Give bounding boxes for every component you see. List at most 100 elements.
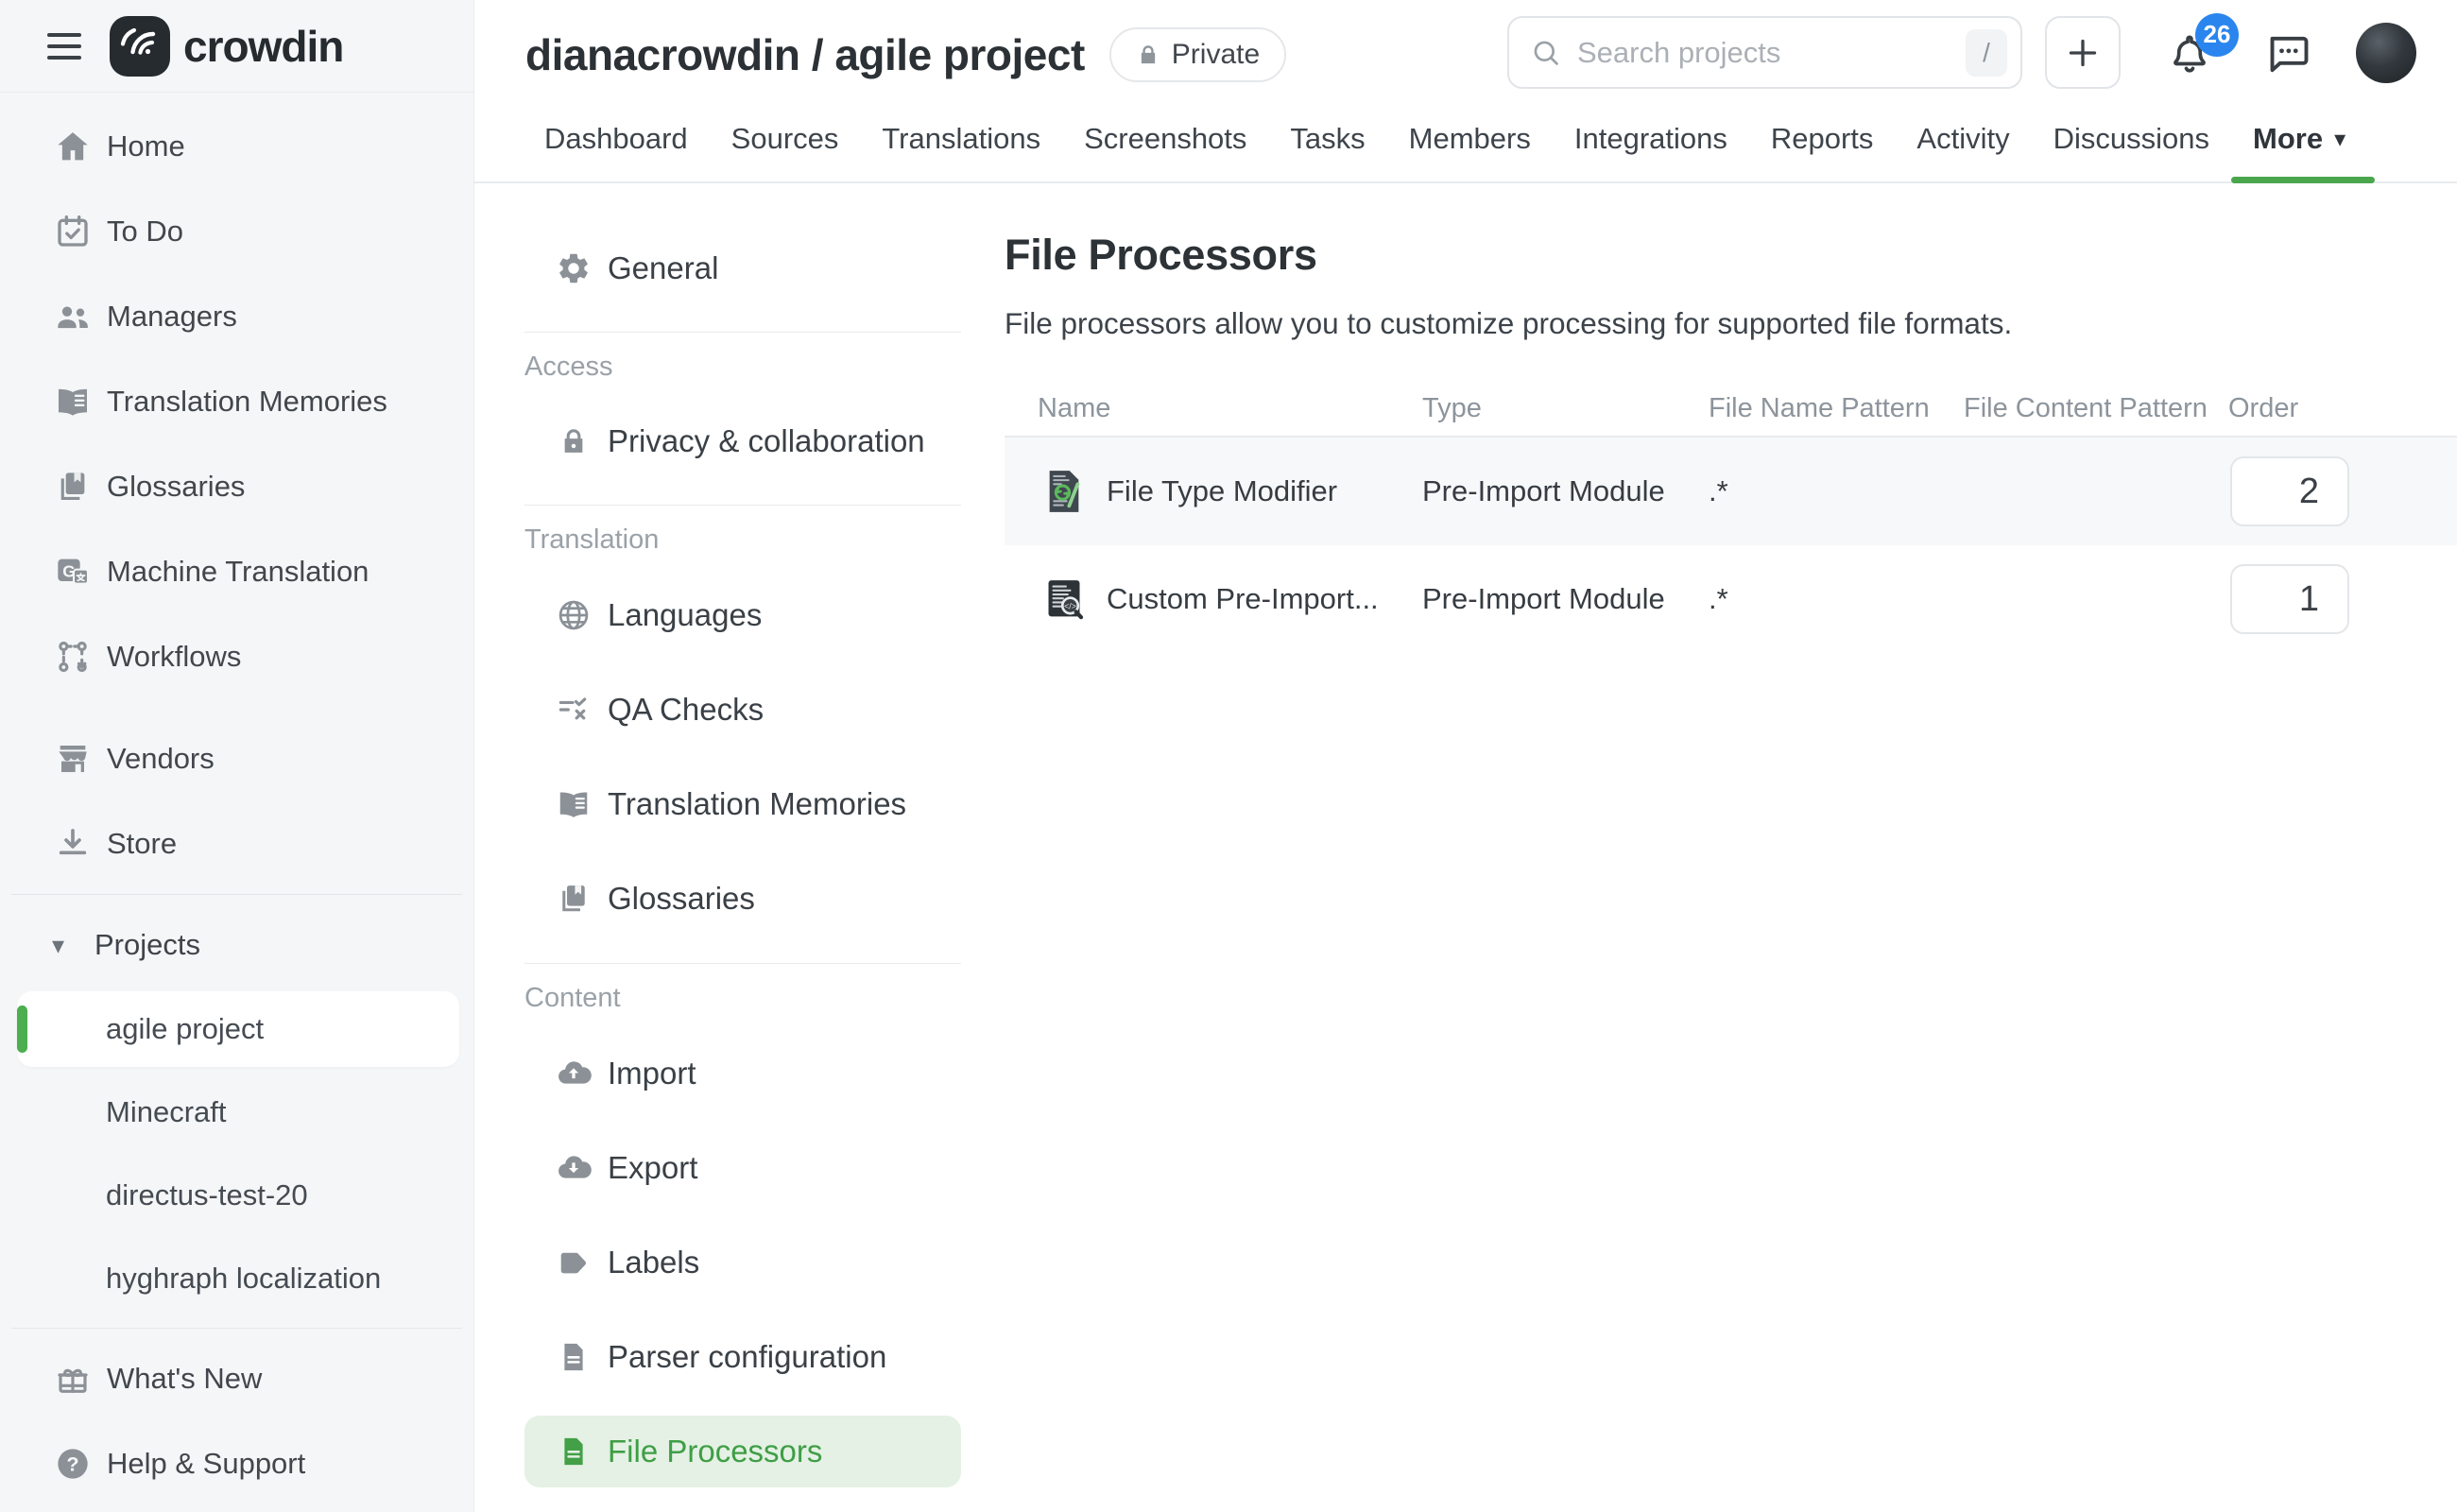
sidebar-item-whats-new[interactable]: What's New	[0, 1336, 473, 1421]
sidebar-item-home[interactable]: Home	[0, 104, 473, 189]
translate-icon: G	[52, 553, 94, 591]
notifications-button[interactable]: 26	[2165, 28, 2214, 77]
document-icon	[555, 1435, 593, 1469]
sidebar-projects-toggle[interactable]: ▾ Projects	[0, 902, 473, 988]
settings-nav: General Access Privacy & collaboration T…	[474, 183, 1005, 1512]
tab-integrations[interactable]: Integrations	[1553, 96, 1749, 181]
sidebar-item-managers[interactable]: Managers	[0, 274, 473, 359]
settings-item-label: General	[608, 250, 718, 286]
sidebar-project-directus-test-20[interactable]: directus-test-20	[0, 1154, 473, 1237]
hamburger-menu-icon[interactable]	[47, 33, 81, 60]
globe-icon	[555, 597, 593, 633]
settings-item-translation-memories[interactable]: Translation Memories	[524, 757, 961, 851]
settings-section-access: Access	[524, 348, 1005, 386]
processor-file-name-pattern: .*	[1709, 474, 1964, 508]
messages-button[interactable]	[2263, 28, 2312, 77]
tab-members[interactable]: Members	[1387, 96, 1553, 181]
tab-sources[interactable]: Sources	[710, 96, 861, 181]
tab-tasks[interactable]: Tasks	[1268, 96, 1386, 181]
settings-item-label: Glossaries	[608, 881, 755, 917]
settings-item-file-processors[interactable]: File Processors	[524, 1416, 961, 1487]
settings-item-import[interactable]: Import	[524, 1026, 961, 1121]
user-avatar[interactable]	[2356, 23, 2416, 83]
sidebar-item-label: Managers	[107, 300, 237, 334]
tab-discussions[interactable]: Discussions	[2032, 96, 2231, 181]
page-description: File processors allow you to customize p…	[1005, 306, 2457, 341]
privacy-badge-label: Private	[1172, 39, 1260, 71]
settings-item-label: Parser configuration	[608, 1339, 886, 1375]
header-controls: / 26	[1507, 16, 2416, 89]
settings-item-label: Privacy & collaboration	[608, 423, 925, 459]
file-type-modifier-icon	[1042, 468, 1086, 515]
create-project-button[interactable]	[2045, 16, 2121, 89]
document-icon	[555, 1340, 593, 1374]
settings-item-languages[interactable]: Languages	[524, 568, 961, 662]
book-bookmark-icon	[555, 881, 593, 917]
sidebar-item-machine-translation[interactable]: G Machine Translation	[0, 529, 473, 614]
sidebar-item-todo[interactable]: To Do	[0, 189, 473, 274]
sidebar-item-workflows[interactable]: Workflows	[0, 614, 473, 699]
sidebar-project-agile-project[interactable]: agile project	[17, 991, 459, 1067]
sidebar-project-hyghraph-localization[interactable]: hyghraph localization	[0, 1237, 473, 1320]
tab-translations[interactable]: Translations	[860, 96, 1062, 181]
table-header: Name Type File Name Pattern File Content…	[1005, 381, 2457, 438]
sidebar-item-help-support[interactable]: ? Help & Support	[0, 1421, 473, 1506]
sidebar-item-vendors[interactable]: Vendors	[0, 716, 473, 801]
settings-item-label: Export	[608, 1150, 697, 1186]
project-title: dianacrowdin / agile project	[525, 29, 1085, 80]
settings-item-labels[interactable]: Labels	[524, 1215, 961, 1310]
book-bookmark-icon	[52, 468, 94, 506]
settings-section-content: Content	[524, 979, 1005, 1017]
settings-item-parser-configuration[interactable]: Parser configuration	[524, 1310, 961, 1404]
tab-activity[interactable]: Activity	[1895, 96, 2031, 181]
sidebar-item-label: Help & Support	[107, 1447, 305, 1481]
home-icon	[52, 128, 94, 165]
settings-item-glossaries[interactable]: Glossaries	[524, 851, 961, 946]
sidebar-divider	[11, 894, 462, 895]
crowdin-wordmark: crowdin	[183, 21, 343, 72]
sidebar-project-minecraft[interactable]: Minecraft	[0, 1071, 473, 1154]
settings-item-label: QA Checks	[608, 692, 764, 728]
calendar-check-icon	[52, 213, 94, 250]
search-box[interactable]: /	[1507, 16, 2022, 89]
tag-icon	[555, 1245, 593, 1280]
tab-screenshots[interactable]: Screenshots	[1062, 96, 1268, 181]
main-column: dianacrowdin / agile project Private /	[474, 0, 2457, 1512]
settings-item-export[interactable]: Export	[524, 1121, 961, 1215]
table-row[interactable]: File Type Modifier Pre-Import Module .*	[1005, 438, 2457, 545]
column-header-name: Name	[1005, 393, 1422, 424]
crowdin-mark-icon	[110, 16, 170, 77]
search-shortcut-badge: /	[1966, 29, 2007, 77]
tab-more[interactable]: More ▾	[2231, 96, 2367, 181]
sidebar-item-translation-memories[interactable]: Translation Memories	[0, 359, 473, 444]
storefront-icon	[52, 740, 94, 778]
settings-item-privacy-collaboration[interactable]: Privacy & collaboration	[524, 399, 961, 484]
order-input[interactable]	[2230, 456, 2349, 526]
sidebar-item-label: Store	[107, 827, 177, 861]
search-input[interactable]	[1577, 36, 1966, 70]
table-row[interactable]: </> Custom Pre-Import... Pre-Import Modu…	[1005, 545, 2457, 653]
processor-type: Pre-Import Module	[1422, 474, 1709, 508]
order-input[interactable]	[2230, 564, 2349, 634]
chat-icon	[2263, 28, 2312, 77]
processor-name: Custom Pre-Import...	[1107, 582, 1379, 616]
file-processors-panel: File Processors File processors allow yo…	[1005, 183, 2457, 1512]
sidebar-item-label: Vendors	[107, 742, 215, 776]
gear-icon	[555, 250, 593, 286]
sidebar-item-label: To Do	[107, 215, 183, 249]
sidebar-footer: What's New ? Help & Support	[0, 1320, 473, 1512]
settings-item-general[interactable]: General	[524, 226, 961, 311]
svg-text:?: ?	[66, 1452, 78, 1476]
tab-dashboard[interactable]: Dashboard	[523, 96, 710, 181]
settings-item-qa-checks[interactable]: QA Checks	[524, 662, 961, 757]
project-label: agile project	[106, 1012, 264, 1046]
project-label: Minecraft	[106, 1095, 226, 1129]
sidebar-nav: Home To Do Managers Translation Memories	[0, 93, 473, 1320]
cloud-upload-icon	[555, 1055, 593, 1092]
open-book-icon	[555, 786, 593, 822]
crowdin-logo[interactable]: crowdin	[110, 16, 343, 77]
sidebar-item-glossaries[interactable]: Glossaries	[0, 444, 473, 529]
sidebar-item-store[interactable]: Store	[0, 801, 473, 886]
sidebar-item-label: Workflows	[107, 640, 241, 674]
tab-reports[interactable]: Reports	[1749, 96, 1896, 181]
